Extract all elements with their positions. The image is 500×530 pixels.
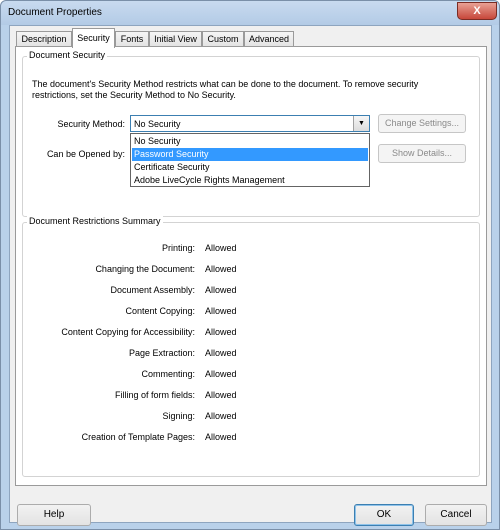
restriction-label: Signing: — [162, 411, 195, 421]
help-button[interactable]: Help — [17, 504, 91, 526]
dropdown-option-password-security[interactable]: Password Security — [132, 148, 368, 161]
dropdown-option-livecycle-rights[interactable]: Adobe LiveCycle Rights Management — [132, 174, 368, 187]
window-title: Document Properties — [8, 7, 102, 18]
document-security-group: Document Security The document's Securit… — [22, 50, 480, 217]
restrictions-summary-group: Document Restrictions Summary Printing: … — [22, 216, 480, 477]
restriction-value: Allowed — [205, 306, 237, 316]
restriction-value: Allowed — [205, 264, 237, 274]
restriction-value: Allowed — [205, 432, 237, 442]
restriction-label: Filling of form fields: — [114, 390, 195, 400]
show-details-button[interactable]: Show Details... — [378, 144, 466, 163]
dropdown-option-certificate-security[interactable]: Certificate Security — [132, 161, 368, 174]
restriction-label: Document Assembly: — [110, 285, 195, 295]
title-bar[interactable]: Document Properties X — [1, 1, 499, 25]
security-method-dropdown: No Security Password Security Certificat… — [130, 133, 370, 187]
tab-fonts[interactable]: Fonts — [115, 31, 149, 47]
tab-advanced[interactable]: Advanced — [244, 31, 294, 47]
restriction-value: Allowed — [205, 243, 237, 253]
restriction-value: Allowed — [205, 285, 237, 295]
opened-by-label: Can be Opened by: — [46, 149, 125, 159]
restriction-label: Content Copying: — [125, 306, 195, 316]
restriction-value: Allowed — [205, 348, 237, 358]
close-button[interactable]: X — [457, 2, 497, 20]
document-properties-window: Document Properties X Description Securi… — [0, 0, 500, 530]
restriction-label: Printing: — [161, 243, 195, 253]
restriction-label: Creation of Template Pages: — [81, 432, 195, 442]
security-description-line-2: restrictions, set the Security Method to… — [32, 90, 236, 100]
security-description: The document's Security Method restricts… — [32, 79, 472, 101]
restriction-label: Changing the Document: — [95, 264, 195, 274]
ok-button[interactable]: OK — [354, 504, 414, 526]
security-method-label: Security Method: — [57, 119, 125, 129]
dialog-body: Description Security Fonts Initial View … — [9, 25, 492, 526]
restriction-value: Allowed — [205, 327, 237, 337]
tab-security[interactable]: Security — [72, 28, 115, 48]
restriction-label: Commenting: — [141, 369, 195, 379]
restriction-value: Allowed — [205, 411, 237, 421]
chevron-down-icon[interactable]: ▼ — [353, 116, 369, 131]
restriction-label: Content Copying for Accessibility: — [61, 327, 195, 337]
tab-description[interactable]: Description — [16, 31, 72, 47]
document-security-title: Document Security — [27, 50, 108, 60]
restriction-value: Allowed — [205, 369, 237, 379]
security-description-line-1: The document's Security Method restricts… — [32, 79, 419, 89]
restrictions-summary-title: Document Restrictions Summary — [27, 216, 163, 226]
cancel-button[interactable]: Cancel — [425, 504, 487, 526]
tab-initial-view[interactable]: Initial View — [149, 31, 202, 47]
restriction-value: Allowed — [205, 390, 237, 400]
tab-custom[interactable]: Custom — [202, 31, 244, 47]
security-tab-panel: Document Security The document's Securit… — [15, 46, 487, 486]
restriction-label: Page Extraction: — [128, 348, 195, 358]
dropdown-option-no-security[interactable]: No Security — [132, 135, 368, 148]
security-method-select[interactable]: No Security ▼ — [130, 115, 370, 132]
security-method-value: No Security — [134, 119, 181, 129]
change-settings-button[interactable]: Change Settings... — [378, 114, 466, 133]
